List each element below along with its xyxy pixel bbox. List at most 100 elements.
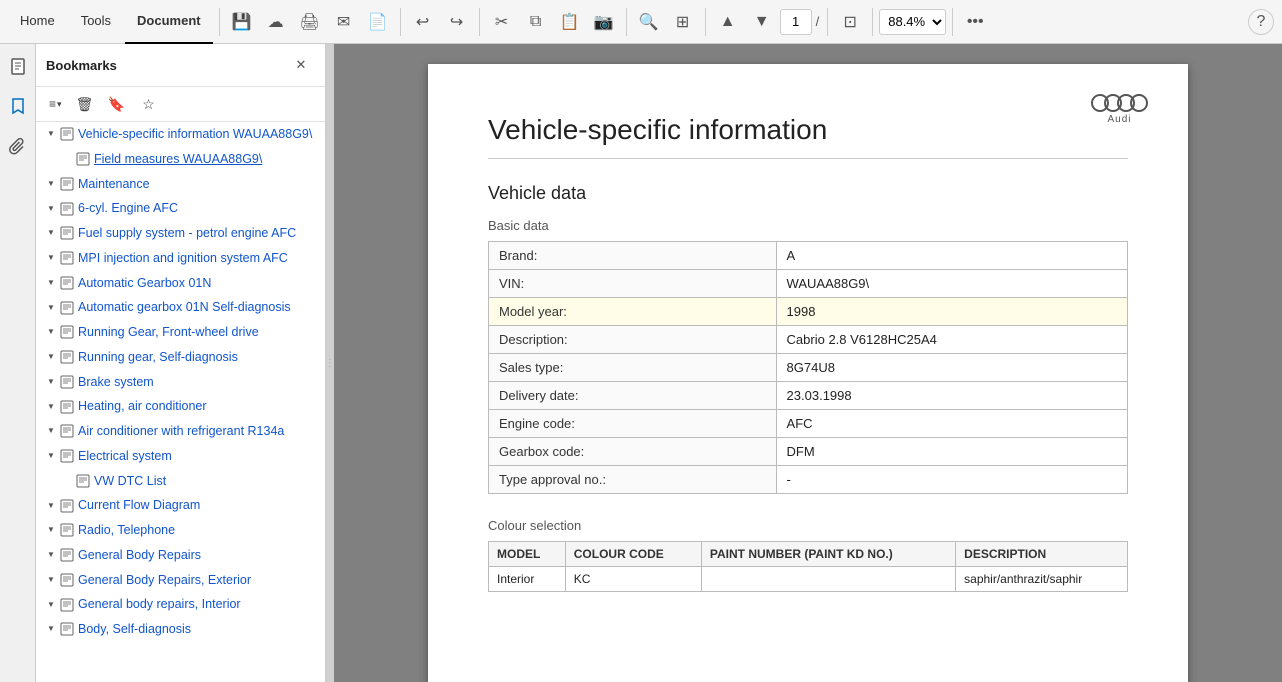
bookmark-page-icon xyxy=(60,424,74,438)
bookmark-page-icon xyxy=(60,127,74,141)
bookmark-label: Air conditioner with refrigerant R134a xyxy=(78,422,284,441)
panel-splitter[interactable]: ⋮ xyxy=(326,44,334,682)
bookmarks-add-button[interactable]: 🔖 xyxy=(103,91,131,117)
bookmark-page-icon xyxy=(60,598,74,612)
colour-table-row: InteriorKCsaphir/anthrazit/saphir xyxy=(489,567,1128,592)
expand-icon: ▼ xyxy=(44,622,58,636)
redo-button[interactable]: ↪ xyxy=(441,6,473,38)
table-row: Gearbox code:DFM xyxy=(489,438,1128,466)
bookmark-page-icon xyxy=(60,251,74,265)
bookmark-item[interactable]: ▼Vehicle-specific information WAUAA88G9\ xyxy=(36,122,325,147)
bookmarks-delete-button[interactable]: 🗑 xyxy=(71,91,99,117)
bookmark-item[interactable]: ▼Air conditioner with refrigerant R134a xyxy=(36,419,325,444)
bookmarks-list[interactable]: ▼Vehicle-specific information WAUAA88G9\… xyxy=(36,122,325,682)
bookmark-item[interactable]: ▼Automatic Gearbox 01N xyxy=(36,271,325,296)
table-row: Delivery date:23.03.1998 xyxy=(489,382,1128,410)
expand-icon: ▼ xyxy=(44,177,58,191)
expand-icon: ▼ xyxy=(44,350,58,364)
bookmark-item[interactable]: ▼Automatic gearbox 01N Self-diagnosis xyxy=(36,295,325,320)
search-button[interactable]: 🔍 xyxy=(633,6,665,38)
camera-button[interactable]: 📷 xyxy=(588,6,620,38)
bookmark-item[interactable]: ▼Running Gear, Front-wheel drive xyxy=(36,320,325,345)
bookmark-item[interactable]: VW DTC List xyxy=(36,469,325,494)
bookmark-item[interactable]: ▼General body repairs, Interior xyxy=(36,592,325,617)
print-button[interactable]: 🖨 xyxy=(294,6,326,38)
basic-data-label: Basic data xyxy=(488,218,1128,233)
toolbar-separator-4 xyxy=(626,8,627,36)
bookmark-item[interactable]: ▼ Running gear, Self-diagnosis xyxy=(36,345,325,370)
bookmarks-header: Bookmarks ✕ xyxy=(36,44,325,87)
bookmark-item[interactable]: ▼ Body, Self-diagnosis xyxy=(36,617,325,642)
expand-icon: ▼ xyxy=(44,523,58,537)
side-icon-pages[interactable] xyxy=(4,52,32,80)
vehicle-data-section-title: Vehicle data xyxy=(488,183,1128,204)
columns-button[interactable]: ⊞ xyxy=(667,6,699,38)
paste-button[interactable]: 📋 xyxy=(554,6,586,38)
help-button[interactable]: ? xyxy=(1248,9,1274,35)
bookmark-item[interactable]: ▼Fuel supply system - petrol engine AFC xyxy=(36,221,325,246)
field-label: Brand: xyxy=(489,242,777,270)
bookmark-page-icon xyxy=(60,548,74,562)
field-value: WAUAA88G9\ xyxy=(776,270,1127,298)
field-label: Delivery date: xyxy=(489,382,777,410)
tab-home[interactable]: Home xyxy=(8,0,67,44)
bookmark-label: VW DTC List xyxy=(94,472,166,491)
content-area[interactable]: Audi Vehicle-specific information Vehicl… xyxy=(334,44,1282,682)
fit-page-button[interactable]: ⊡ xyxy=(834,6,866,38)
bookmark-item[interactable]: ▼General Body Repairs xyxy=(36,543,325,568)
cut-button[interactable]: ✂ xyxy=(486,6,518,38)
undo-button[interactable]: ↩ xyxy=(407,6,439,38)
bookmark-item[interactable]: ▼Current Flow Diagram xyxy=(36,493,325,518)
bookmark-page-icon xyxy=(60,400,74,414)
bookmark-page-icon xyxy=(60,202,74,216)
bookmark-item[interactable]: ▼Radio, Telephone xyxy=(36,518,325,543)
bookmarks-tag-button[interactable]: ☆ xyxy=(135,91,163,117)
bookmark-label: Fuel supply system - petrol engine AFC xyxy=(78,224,296,243)
bookmark-page-icon xyxy=(60,622,74,636)
bookmark-item[interactable]: ▼General Body Repairs, Exterior xyxy=(36,568,325,593)
export-button[interactable]: 📄 xyxy=(362,6,394,38)
bookmark-label: Field measures WAUAA88G9\ xyxy=(94,150,262,169)
upload-button[interactable]: ☁ xyxy=(260,6,292,38)
toolbar-separator-2 xyxy=(400,8,401,36)
more-button[interactable]: ••• xyxy=(959,6,991,38)
copy-button[interactable]: ⧉ xyxy=(520,6,552,38)
main-layout: Bookmarks ✕ ≡▾ 🗑 🔖 ☆ ▼Vehicle-specific i… xyxy=(0,44,1282,682)
bookmark-item[interactable]: ▼Maintenance xyxy=(36,172,325,197)
bookmark-label: Body, Self-diagnosis xyxy=(78,620,191,639)
bookmark-label: Running gear, Self-diagnosis xyxy=(78,348,238,367)
field-value: DFM xyxy=(776,438,1127,466)
bookmark-item[interactable]: ▼Electrical system xyxy=(36,444,325,469)
page-number-input[interactable] xyxy=(780,9,812,35)
field-value: A xyxy=(776,242,1127,270)
side-icon-attachments[interactable] xyxy=(4,132,32,160)
page-up-button[interactable]: ▲ xyxy=(712,6,744,38)
table-row: Type approval no.:- xyxy=(489,466,1128,494)
bookmarks-menu-button[interactable]: ≡▾ xyxy=(44,91,67,117)
colour-table-header: COLOUR CODE xyxy=(565,542,701,567)
bookmark-page-icon xyxy=(60,499,74,513)
expand-icon: ▼ xyxy=(44,202,58,216)
tab-document[interactable]: Document xyxy=(125,0,213,44)
colour-table: MODELCOLOUR CODEPAINT NUMBER (PAINT KD N… xyxy=(488,541,1128,592)
bookmark-page-icon xyxy=(60,449,74,463)
page-down-button[interactable]: ▼ xyxy=(746,6,778,38)
bookmark-item[interactable]: Field measures WAUAA88G9\ xyxy=(36,147,325,172)
bookmark-item[interactable]: ▼MPI injection and ignition system AFC xyxy=(36,246,325,271)
bookmark-label: General Body Repairs, Exterior xyxy=(78,571,251,590)
page-title: Vehicle-specific information xyxy=(488,114,1128,159)
bookmark-item[interactable]: ▼Heating, air conditioner xyxy=(36,394,325,419)
tab-tools[interactable]: Tools xyxy=(69,0,123,44)
field-value: 1998 xyxy=(776,298,1127,326)
bookmark-item[interactable]: ▼6-cyl. Engine AFC xyxy=(36,196,325,221)
field-label: Type approval no.: xyxy=(489,466,777,494)
bookmark-page-icon xyxy=(60,573,74,587)
bookmark-item[interactable]: ▼Brake system xyxy=(36,370,325,395)
save-button[interactable]: 💾 xyxy=(226,6,258,38)
bookmarks-close-button[interactable]: ✕ xyxy=(287,52,315,78)
colour-table-cell xyxy=(701,567,955,592)
zoom-select[interactable]: 88.4% 100% 75% 50% xyxy=(879,9,946,35)
side-icon-bookmarks[interactable] xyxy=(4,92,32,120)
field-value: Cabrio 2.8 V6128HC25A4 xyxy=(776,326,1127,354)
mail-button[interactable]: ✉ xyxy=(328,6,360,38)
